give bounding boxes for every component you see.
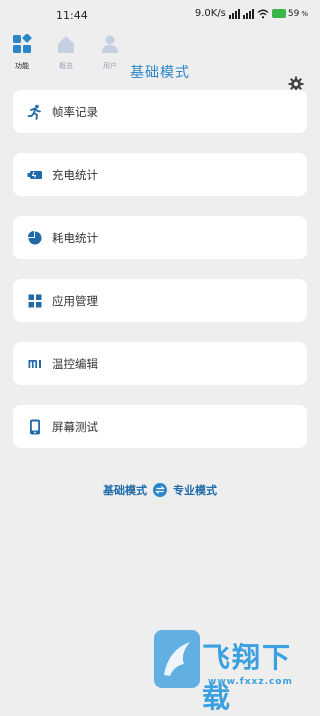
grid-icon (13, 33, 32, 53)
menu-app-management[interactable]: 应用管理 (13, 279, 307, 322)
menu-label: 温控编辑 (52, 356, 98, 371)
menu-label: 屏幕测试 (52, 419, 98, 434)
battery-charge-icon (27, 167, 43, 183)
battery-indicator: 59% (271, 8, 308, 19)
menu-frame-rate[interactable]: 帧率记录 (13, 90, 307, 133)
other-mode-label[interactable]: 专业模式 (173, 482, 217, 498)
running-man-icon (27, 104, 43, 120)
menu-power-consumption[interactable]: 耗电统计 (13, 216, 307, 259)
mode-switch[interactable]: 基础模式 专业模式 (0, 482, 320, 498)
page-title: 基础模式 (130, 65, 190, 81)
watermark-text: 飞翔下载 (202, 641, 293, 714)
menu-thermal-edit[interactable]: 温控编辑 (13, 342, 307, 385)
app-grid-icon (27, 293, 43, 309)
watermark: 飞翔下载 www.fxxz.com (150, 630, 320, 714)
watermark-url: www.fxxz.com (208, 677, 293, 687)
user-icon (102, 35, 118, 53)
current-mode-label: 基础模式 (103, 484, 147, 497)
status-time: 11:44 (56, 9, 88, 22)
signal-icon (228, 8, 240, 19)
menu-label: 充电统计 (52, 167, 98, 182)
menu-label: 帧率记录 (52, 104, 98, 119)
status-bar: 11:44 9.0K/s 59% (0, 0, 320, 34)
menu-label: 耗电统计 (52, 230, 98, 245)
swap-icon[interactable] (153, 483, 167, 497)
battery-icon (271, 9, 286, 18)
wifi-icon (257, 9, 269, 18)
phone-screen-icon (27, 419, 43, 435)
net-speed: 9.0K/s (194, 8, 226, 19)
mi-logo-icon (27, 356, 43, 372)
menu-label: 应用管理 (52, 293, 98, 308)
status-indicators: 9.0K/s 59% (195, 8, 308, 19)
house-icon (58, 36, 74, 53)
signal-icon-2 (242, 8, 254, 19)
menu-screen-test[interactable]: 屏幕测试 (13, 405, 307, 448)
watermark-logo (154, 630, 200, 688)
battery-level: 59 (287, 8, 300, 19)
pie-chart-icon (27, 230, 43, 246)
menu-charge-stats[interactable]: 充电统计 (13, 153, 307, 196)
